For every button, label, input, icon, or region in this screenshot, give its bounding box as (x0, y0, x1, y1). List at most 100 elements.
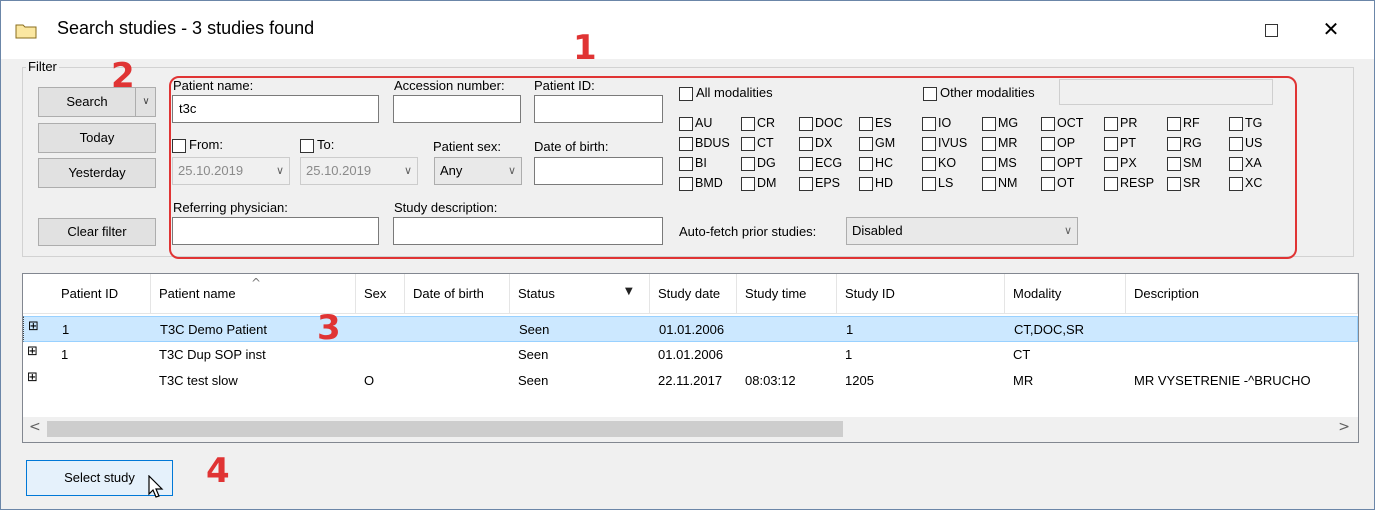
modality-checkbox-box[interactable] (982, 176, 996, 191)
auto-fetch-select[interactable]: Disabled ∨ (846, 217, 1078, 245)
modality-checkbox-box[interactable] (922, 136, 936, 151)
modality-checkbox[interactable]: TG (1229, 116, 1262, 131)
column-header[interactable]: Date of birth (405, 274, 510, 314)
modality-checkbox-box[interactable] (982, 116, 996, 131)
all-modalities-checkbox-box[interactable] (679, 86, 693, 101)
expand-icon[interactable]: ⊞ (27, 345, 38, 358)
modality-checkbox[interactable]: HC (859, 156, 893, 171)
other-modalities-input[interactable] (1059, 79, 1273, 105)
modality-checkbox[interactable]: IVUS (922, 136, 967, 151)
other-modalities-checkbox-box[interactable] (923, 86, 937, 101)
table-row[interactable]: ⊞ 1 T3C Dup SOP inst Seen 01.01.2006 1 CT (23, 342, 1358, 368)
column-header[interactable]: Modality (1005, 274, 1126, 314)
modality-checkbox-box[interactable] (922, 176, 936, 191)
modality-checkbox[interactable]: IO (922, 116, 951, 131)
modality-checkbox[interactable]: PR (1104, 116, 1137, 131)
modality-checkbox[interactable]: OT (1041, 176, 1074, 191)
table-row[interactable]: ⊞ 1 T3C Demo Patient Seen 01.01.2006 1 CT,DOC,… (23, 316, 1358, 342)
column-header[interactable]: Patient ID (53, 274, 151, 314)
all-modalities-checkbox[interactable]: All modalities (679, 85, 773, 101)
modality-checkbox[interactable]: DX (799, 136, 832, 151)
modality-checkbox[interactable]: EPS (799, 176, 840, 191)
studies-table[interactable]: ^ ▼ Patient ID Patient name Sex Date of bir… (22, 273, 1359, 443)
modality-checkbox[interactable]: PT (1104, 136, 1136, 151)
table-row[interactable]: ⊞ T3C test slow O Seen 22.11.2017 08:03:12 120… (23, 368, 1358, 394)
modality-checkbox[interactable]: ES (859, 116, 892, 131)
chevron-down-icon[interactable]: ∨ (138, 88, 154, 116)
modality-checkbox-box[interactable] (1041, 116, 1055, 131)
yesterday-button[interactable]: Yesterday (38, 158, 156, 188)
modality-checkbox[interactable]: LS (922, 176, 953, 191)
modality-checkbox-box[interactable] (982, 156, 996, 171)
modality-checkbox[interactable]: HD (859, 176, 893, 191)
modality-checkbox-box[interactable] (859, 156, 873, 171)
modality-checkbox[interactable]: XC (1229, 176, 1262, 191)
horizontal-scrollbar[interactable]: < > (23, 417, 1358, 442)
modality-checkbox[interactable]: GM (859, 136, 895, 151)
column-header[interactable]: Study time (737, 274, 837, 314)
modality-checkbox[interactable]: DOC (799, 116, 843, 131)
modality-checkbox-box[interactable] (1167, 116, 1181, 131)
modality-checkbox[interactable]: CT (741, 136, 774, 151)
modality-checkbox[interactable]: OCT (1041, 116, 1083, 131)
modality-checkbox-box[interactable] (1167, 156, 1181, 171)
modality-checkbox-box[interactable] (1104, 176, 1118, 191)
modality-checkbox[interactable]: SM (1167, 156, 1202, 171)
modality-checkbox[interactable]: ECG (799, 156, 842, 171)
scroll-right-icon[interactable]: > (1338, 419, 1350, 435)
modality-checkbox[interactable]: CR (741, 116, 775, 131)
modality-checkbox[interactable]: BI (679, 156, 707, 171)
patient-sex-select[interactable]: Any ∨ (434, 157, 522, 185)
modality-checkbox-box[interactable] (859, 176, 873, 191)
modality-checkbox[interactable]: BMD (679, 176, 723, 191)
column-header[interactable]: Study date (650, 274, 737, 314)
modality-checkbox-box[interactable] (799, 176, 813, 191)
modality-checkbox[interactable]: OPT (1041, 156, 1083, 171)
scrollbar-thumb[interactable] (47, 421, 843, 437)
column-header[interactable]: Status (510, 274, 650, 314)
modality-checkbox-box[interactable] (679, 136, 693, 151)
modality-checkbox-box[interactable] (1229, 116, 1243, 131)
modality-checkbox[interactable]: RESP (1104, 176, 1154, 191)
modality-checkbox[interactable]: AU (679, 116, 712, 131)
from-checkbox[interactable]: From: (172, 137, 223, 153)
modality-checkbox[interactable]: RG (1167, 136, 1202, 151)
modality-checkbox-box[interactable] (741, 136, 755, 151)
patient-id-input[interactable] (534, 95, 663, 123)
modality-checkbox[interactable]: MG (982, 116, 1018, 131)
modality-checkbox-box[interactable] (1229, 176, 1243, 191)
modality-checkbox-box[interactable] (922, 156, 936, 171)
modality-checkbox[interactable]: US (1229, 136, 1262, 151)
modality-checkbox[interactable]: DM (741, 176, 776, 191)
maximize-button[interactable] (1251, 15, 1291, 43)
referring-physician-input[interactable] (172, 217, 379, 245)
modality-checkbox[interactable]: SR (1167, 176, 1200, 191)
modality-checkbox-box[interactable] (1229, 136, 1243, 151)
modality-checkbox-box[interactable] (1104, 136, 1118, 151)
clear-filter-button[interactable]: Clear filter (38, 218, 156, 246)
modality-checkbox-box[interactable] (1104, 116, 1118, 131)
modality-checkbox-box[interactable] (859, 116, 873, 131)
modality-checkbox-box[interactable] (741, 116, 755, 131)
today-button[interactable]: Today (38, 123, 156, 153)
modality-checkbox-box[interactable] (741, 176, 755, 191)
expand-icon[interactable]: ⊞ (28, 320, 39, 333)
column-header[interactable]: Study ID (837, 274, 1005, 314)
modality-checkbox-box[interactable] (859, 136, 873, 151)
modality-checkbox-box[interactable] (679, 156, 693, 171)
modality-checkbox-box[interactable] (922, 116, 936, 131)
modality-checkbox-box[interactable] (982, 136, 996, 151)
modality-checkbox-box[interactable] (1041, 136, 1055, 151)
modality-checkbox-box[interactable] (1041, 176, 1055, 191)
modality-checkbox-box[interactable] (799, 136, 813, 151)
modality-checkbox[interactable]: KO (922, 156, 956, 171)
from-checkbox-box[interactable] (172, 138, 186, 153)
modality-checkbox-box[interactable] (679, 116, 693, 131)
from-date-picker[interactable]: 25.10.2019 ∨ (172, 157, 290, 185)
modality-checkbox[interactable]: PX (1104, 156, 1137, 171)
modality-checkbox-box[interactable] (1229, 156, 1243, 171)
modality-checkbox-box[interactable] (1167, 136, 1181, 151)
modality-checkbox[interactable]: NM (982, 176, 1017, 191)
modality-checkbox[interactable]: BDUS (679, 136, 730, 151)
to-checkbox[interactable]: To: (300, 137, 334, 153)
